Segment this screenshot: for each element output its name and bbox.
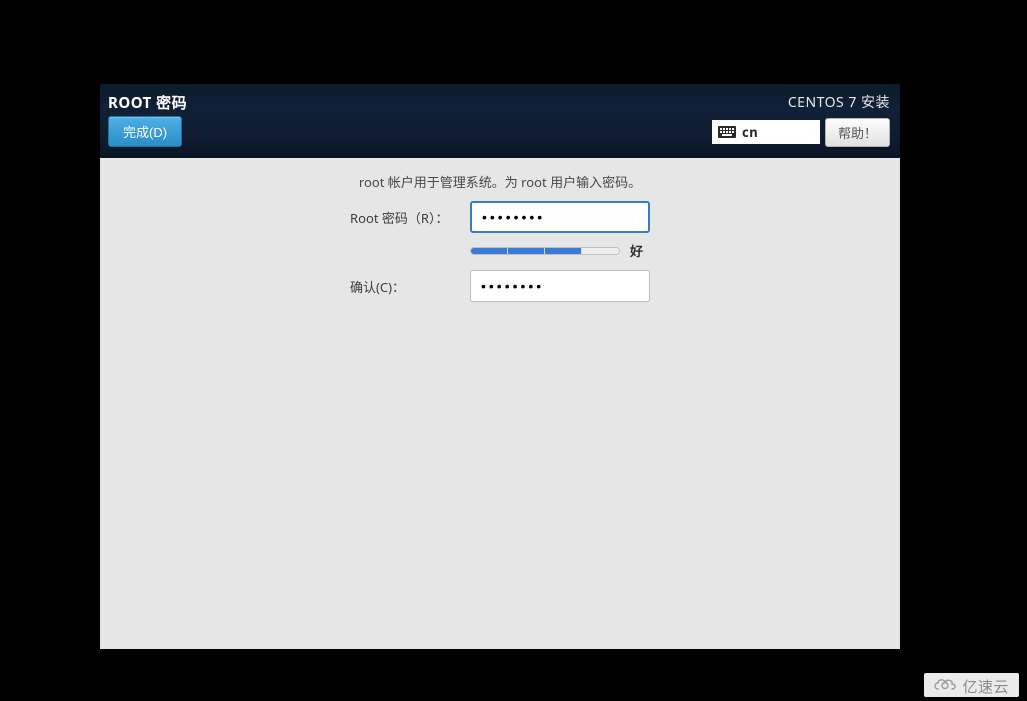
description-text: root 帐户用于管理系统。为 root 用户输入密码。 <box>100 166 900 201</box>
installer-window: ROOT 密码 完成(D) CENTOS 7 安装 cn 帮助！ root 帐户… <box>100 84 900 649</box>
keyboard-icon <box>718 126 736 138</box>
confirm-password-label: 确认(C)： <box>350 277 460 296</box>
password-strength-meter <box>470 247 620 255</box>
header-bar: ROOT 密码 完成(D) CENTOS 7 安装 cn 帮助！ <box>100 84 900 158</box>
watermark: 亿速云 <box>924 673 1019 697</box>
strength-segment-3 <box>545 248 582 254</box>
strength-segment-4 <box>582 248 619 254</box>
keyboard-layout-indicator[interactable]: cn <box>712 120 820 144</box>
watermark-text: 亿速云 <box>962 676 1009 697</box>
page-title: ROOT 密码 <box>108 92 187 113</box>
confirm-password-row: 确认(C)： <box>100 270 900 302</box>
keyboard-layout-label: cn <box>742 123 758 141</box>
content-area: root 帐户用于管理系统。为 root 用户输入密码。 Root 密码（R）：… <box>100 158 900 302</box>
root-password-label: Root 密码（R）： <box>350 208 460 227</box>
help-button[interactable]: 帮助！ <box>825 118 890 147</box>
cloud-icon <box>932 676 958 697</box>
root-password-row: Root 密码（R）： <box>100 201 900 233</box>
root-password-input[interactable] <box>470 201 650 233</box>
done-button[interactable]: 完成(D) <box>108 116 182 147</box>
strength-segment-1 <box>471 248 508 254</box>
strength-segment-2 <box>508 248 545 254</box>
password-strength-text: 好 <box>630 241 650 260</box>
confirm-password-input[interactable] <box>470 270 650 302</box>
installer-title: CENTOS 7 安装 <box>788 92 890 112</box>
password-strength-row: 好 <box>100 241 900 260</box>
